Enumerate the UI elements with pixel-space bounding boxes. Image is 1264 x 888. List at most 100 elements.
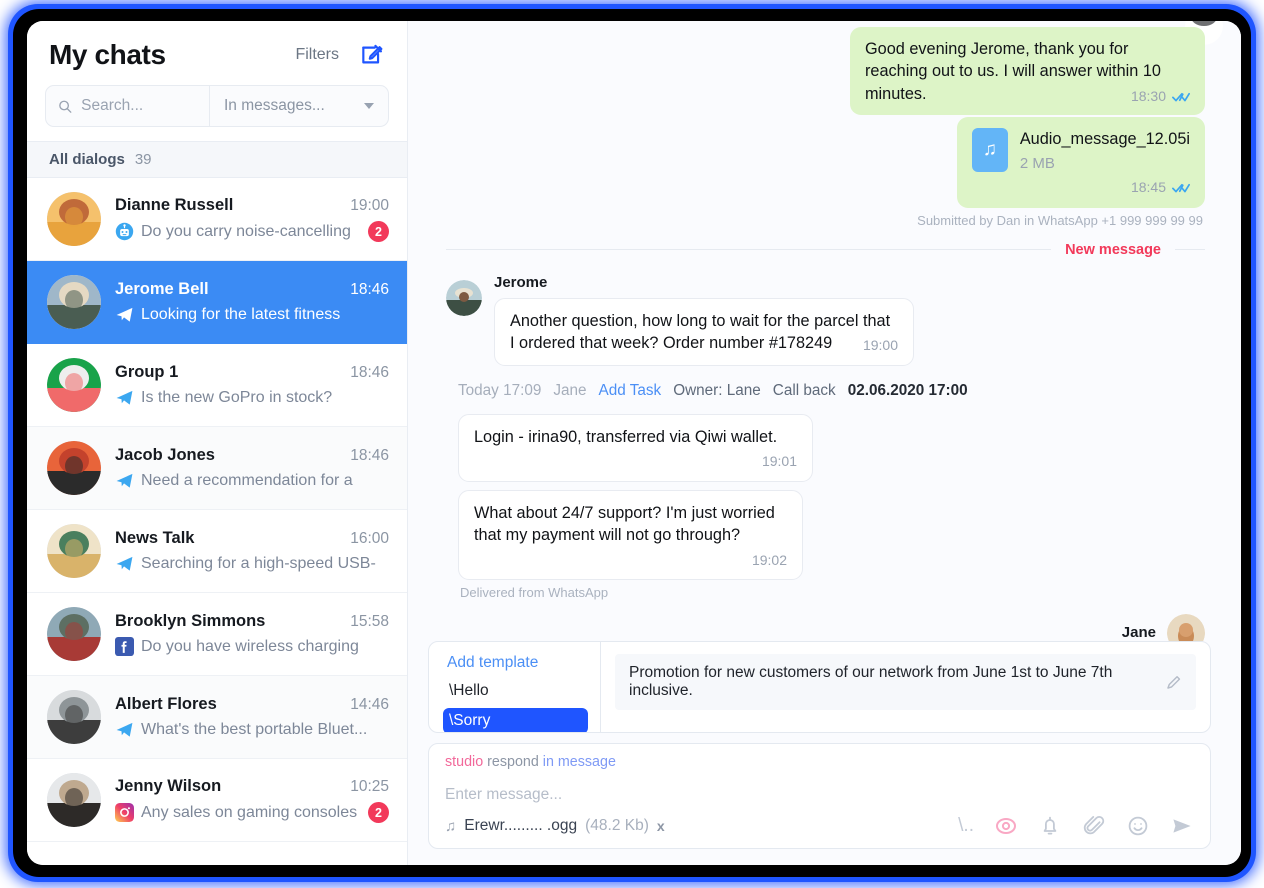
message-composer: studio respond in message ♫ Erewr.......… [428, 743, 1211, 849]
chat-list-item[interactable]: Jenny Wilson 10:25 Any sales on gaming con… [27, 759, 407, 842]
divider-line [1175, 249, 1205, 251]
message-sender-name: Jane [1121, 624, 1156, 641]
task-date: Today 17:09 [458, 381, 542, 399]
chat-list-item[interactable]: News Talk 16:00 Searching for a high-speed… [27, 510, 407, 593]
chat-item-time: 18:46 [350, 447, 389, 464]
attachment-size: (48.2 Kb) [585, 817, 649, 834]
conversation-pane: Good evening Jerome, thank you for reach… [408, 21, 1241, 865]
task-owner: Owner: Lane [673, 381, 761, 399]
template-item-hello[interactable]: \Hello [443, 678, 588, 704]
message-time: 18:45 [1130, 179, 1166, 196]
pencil-icon[interactable] [1165, 674, 1182, 691]
message-bubble[interactable]: Good evening Jerome, thank you for reach… [850, 27, 1205, 116]
avatar [446, 279, 482, 316]
avatar [47, 441, 101, 495]
message-time: 19:00 [862, 337, 898, 354]
sidebar-header-actions: Filters [295, 42, 385, 68]
emoji-smiley-icon[interactable] [1126, 814, 1150, 838]
chat-item-time: 18:46 [350, 364, 389, 381]
message-input[interactable] [445, 780, 1194, 814]
message-row-outgoing-audio: ♫ Audio_message_12.05i 2 MB 18:45 [446, 117, 1205, 208]
chat-item-time: 15:58 [350, 613, 389, 630]
unread-badge: 2 [368, 802, 389, 823]
message-text: Login - irina90, transferred via Qiwi wa… [474, 427, 778, 446]
template-shortcut-icon[interactable]: \.. [958, 815, 974, 837]
message-time: 19:01 [761, 453, 797, 470]
chat-list-item[interactable]: Jacob Jones 18:46 Need a recommendation fo… [27, 427, 407, 510]
avatar [47, 690, 101, 744]
bell-notification-icon[interactable] [1038, 814, 1062, 838]
page-title: My chats [49, 39, 166, 70]
search-scope-select[interactable]: In messages... [210, 86, 388, 126]
read-receipt-icon [1172, 184, 1190, 193]
chat-item-time: 18:46 [350, 281, 389, 298]
chat-item-body: Brooklyn Simmons 15:58 Do you have wireles… [115, 612, 389, 656]
compose-pencil-icon[interactable] [359, 42, 385, 68]
chat-list-item[interactable]: Brooklyn Simmons 15:58 Do you have wireles… [27, 593, 407, 676]
search-box[interactable] [46, 86, 210, 126]
send-icon[interactable] [1170, 814, 1194, 838]
add-task-button[interactable]: Add Task [599, 382, 662, 400]
new-message-divider: New message [446, 242, 1205, 258]
message-bubble[interactable]: Another question, how long to wait for t… [494, 297, 914, 366]
message-text: Another question, how long to wait for t… [510, 311, 891, 353]
chat-item-name: Group 1 [115, 363, 179, 381]
filters-button[interactable]: Filters [295, 46, 339, 64]
facebook-icon [115, 637, 134, 656]
tag-in-message[interactable]: in message [543, 754, 616, 770]
template-preview-area: Promotion for new customers of our netwo… [601, 642, 1210, 732]
message-time: 18:30 [1130, 87, 1166, 104]
chat-list-sidebar: My chats Filters In messages. [27, 21, 408, 865]
chat-item-body: Jerome Bell 18:46 Looking for the latest f… [115, 280, 389, 324]
telegram-icon [116, 722, 133, 737]
new-message-label: New message [1065, 241, 1161, 258]
message-scroll-area[interactable]: Good evening Jerome, thank you for reach… [408, 21, 1241, 641]
add-template-button[interactable]: Add template [443, 652, 588, 674]
sidebar-header: My chats Filters [27, 21, 407, 81]
chat-list-item[interactable]: Dianne Russell 19:00 Do you carry noise-ca… [27, 178, 407, 261]
message-text: What about 24/7 support? I'm just worrie… [474, 503, 775, 545]
all-dialogs-label: All dialogs [49, 151, 125, 168]
chat-list-item[interactable]: Jerome Bell 18:46 Looking for the latest f… [27, 261, 407, 344]
message-meta: 18:30 [1131, 87, 1190, 106]
attachment-name: Erewr......... .ogg [464, 817, 578, 834]
chevron-down-icon [364, 103, 374, 109]
call-back-value: 02.06.2020 17:00 [847, 381, 968, 399]
music-note-icon: ♫ [971, 128, 1008, 173]
telegram-icon [116, 556, 133, 571]
chat-item-body: Albert Flores 14:46 What's the best portab… [115, 695, 389, 739]
all-dialogs-count: 39 [134, 151, 152, 168]
eye-visibility-icon[interactable] [994, 814, 1018, 838]
template-preview[interactable]: Promotion for new customers of our netwo… [615, 654, 1196, 710]
chat-item-name: News Talk [115, 529, 195, 547]
audio-message-bubble[interactable]: ♫ Audio_message_12.05i 2 MB 18:45 [956, 117, 1205, 208]
telegram-icon [116, 307, 133, 322]
remove-attachment-button[interactable]: x [657, 818, 665, 834]
avatar [1167, 613, 1205, 641]
chat-list-item[interactable]: Albert Flores 14:46 What's the best portab… [27, 676, 407, 759]
chat-list-item[interactable]: Group 1 18:46 Is the new GoPro in stock? [27, 344, 407, 427]
bot-icon [115, 222, 134, 241]
avatar [47, 607, 101, 661]
avatar [47, 358, 101, 412]
chat-item-body: Group 1 18:46 Is the new GoPro in stock? [115, 363, 389, 407]
unread-badge: 2 [368, 221, 389, 242]
paperclip-attach-icon[interactable] [1082, 814, 1106, 838]
device-frame: My chats Filters In messages. [8, 4, 1256, 882]
tag-studio[interactable]: studio [445, 754, 483, 770]
template-preview-text: Promotion for new customers of our netwo… [629, 664, 1113, 699]
search-row: In messages... [45, 85, 389, 127]
all-dialogs-header[interactable]: All dialogs 39 [27, 141, 407, 178]
chat-item-name: Brooklyn Simmons [115, 612, 266, 630]
message-bubble[interactable]: Login - irina90, transferred via Qiwi wa… [458, 413, 813, 482]
message-row-incoming: What about 24/7 support? I'm just worrie… [458, 489, 1205, 580]
music-note-icon: ♫ [445, 817, 457, 835]
attachment-chip: ♫ Erewr......... .ogg (48.2 Kb) x [445, 817, 665, 835]
message-row-outgoing: Good evening Jerome, thank you for reach… [446, 27, 1205, 116]
message-bubble[interactable]: What about 24/7 support? I'm just worrie… [458, 489, 803, 580]
composer-actions: \.. [958, 814, 1194, 838]
template-item-sorry[interactable]: \Sorry [443, 708, 588, 732]
divider-line [446, 249, 1052, 251]
search-input[interactable] [81, 97, 197, 115]
chat-item-name: Jacob Jones [115, 446, 215, 464]
